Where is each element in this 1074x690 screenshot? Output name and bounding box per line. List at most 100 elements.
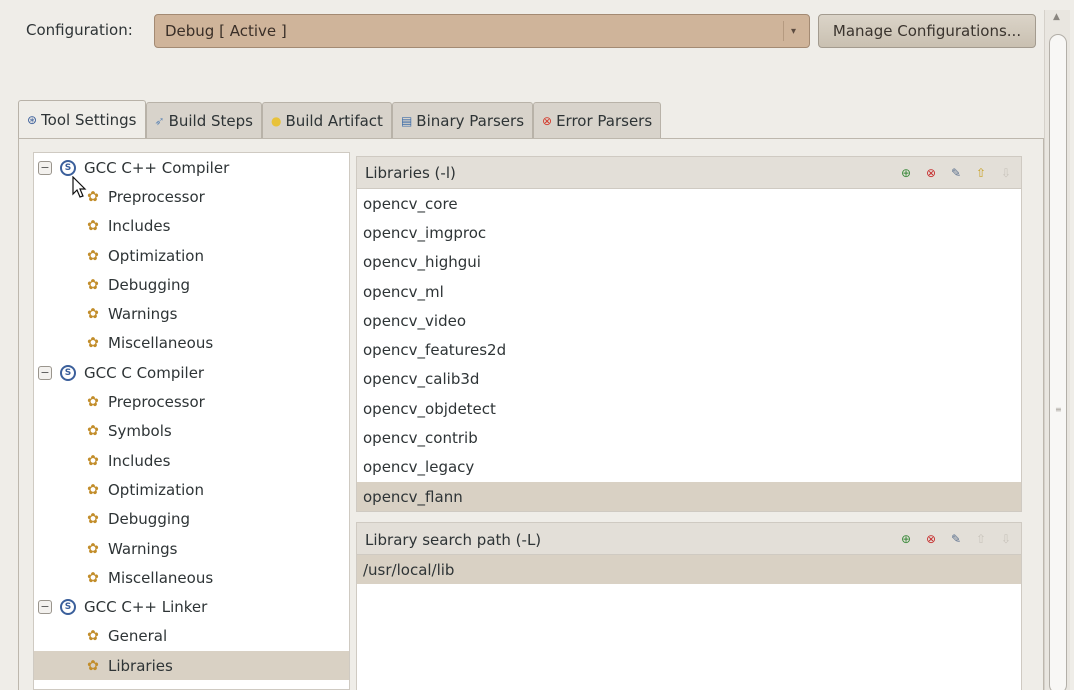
settings-page-icon: ✿ — [87, 218, 99, 235]
tool-icon: S — [60, 599, 76, 616]
tree-item-option[interactable]: ✿ Miscellaneous — [34, 329, 349, 358]
tree-item-option[interactable]: ✿ Warnings — [34, 299, 349, 328]
move-up-icon[interactable]: ⇧ — [972, 164, 990, 182]
edit-icon[interactable]: ✎ — [947, 164, 965, 182]
tree-item-tool[interactable]: − S GCC C++ Linker — [34, 592, 349, 621]
tool-icon: S — [60, 364, 76, 381]
scroll-up-arrow-icon[interactable]: ▲ — [1053, 12, 1060, 22]
tree-item-label: Warnings — [108, 539, 178, 558]
tab-build-steps[interactable]: ➶ Build Steps — [145, 102, 262, 138]
settings-page-icon: ✿ — [87, 569, 99, 586]
library-path-header: Library search path (-L) ⊕ ⊗ ✎ ⇧ ⇩ — [356, 522, 1022, 554]
tree-item-option[interactable]: ✿ Warnings — [34, 534, 349, 563]
build-artifact-icon: ● — [270, 113, 282, 128]
delete-icon[interactable]: ⊗ — [922, 530, 940, 548]
tree-item-label: GCC C++ Linker — [84, 598, 208, 617]
libraries-header: Libraries (-l) ⊕ ⊗ ✎ ⇧ ⇩ — [356, 156, 1022, 188]
library-item[interactable]: opencv_ml — [357, 277, 1021, 306]
settings-page-icon: ✿ — [87, 423, 99, 440]
settings-page-icon: ✿ — [87, 394, 99, 411]
tree-item-label: Debugging — [108, 510, 191, 529]
settings-page-icon: ✿ — [87, 247, 99, 264]
tab-label: Error Parsers — [556, 111, 653, 130]
tool-icon: S — [60, 159, 76, 176]
tree-item-label: Miscellaneous — [108, 334, 214, 353]
library-item[interactable]: opencv_calib3d — [357, 365, 1021, 394]
library-item[interactable]: opencv_contrib — [357, 423, 1021, 452]
delete-icon[interactable]: ⊗ — [922, 164, 940, 182]
build-steps-icon: ➶ — [154, 113, 165, 128]
window-scrollbar[interactable]: ▲ ≡ — [1044, 10, 1070, 690]
add-icon[interactable]: ⊕ — [897, 164, 915, 182]
tree-item-option[interactable]: ✿ Optimization — [34, 475, 349, 504]
tree-item-label: Symbols — [108, 422, 172, 441]
scrollbar-thumb[interactable]: ≡ — [1049, 34, 1067, 690]
manage-configurations-button[interactable]: Manage Configurations... — [818, 14, 1036, 48]
binary-parsers-icon: ▤ — [400, 113, 413, 128]
library-item[interactable]: opencv_imgproc — [357, 218, 1021, 247]
library-item[interactable]: opencv_features2d — [357, 335, 1021, 364]
tree-item-option[interactable]: ✿ Miscellaneous — [34, 563, 349, 592]
tree-item-option[interactable]: ✿ Includes — [34, 212, 349, 241]
configuration-dropdown-value: Debug [ Active ] — [165, 22, 287, 40]
tree-item-label: Preprocessor — [108, 393, 205, 412]
tree-item-label: GCC C++ Compiler — [84, 158, 230, 177]
settings-page-icon: ✿ — [87, 657, 99, 674]
collapse-icon[interactable]: − — [38, 160, 52, 175]
settings-page-icon: ✿ — [87, 276, 99, 293]
tree-item-label: Optimization — [108, 480, 204, 499]
tree-item-option[interactable]: ✿ Debugging — [34, 505, 349, 534]
library-item[interactable]: opencv_legacy — [357, 453, 1021, 482]
tree-item-label: Includes — [108, 217, 171, 236]
tree-item-option[interactable]: ✿ Libraries — [34, 651, 349, 681]
tree-item-label: General — [108, 627, 168, 646]
scrollbar-grip-icon: ≡ — [1055, 405, 1062, 414]
configuration-dropdown[interactable]: Debug [ Active ] ▾ — [154, 14, 810, 48]
tree-item-tool[interactable]: − S GCC C Compiler — [34, 358, 349, 387]
collapse-icon[interactable]: − — [38, 600, 52, 615]
tab-build-artifact[interactable]: ● Build Artifact — [261, 102, 392, 138]
edit-icon[interactable]: ✎ — [947, 530, 965, 548]
tab-label: Binary Parsers — [416, 111, 525, 130]
tree-item-option[interactable]: ✿ Optimization — [34, 241, 349, 270]
settings-page-icon: ✿ — [87, 306, 99, 323]
tree-item-option[interactable]: ✿ Preprocessor — [34, 387, 349, 416]
library-item[interactable]: opencv_objdetect — [357, 394, 1021, 423]
tab-binary-parsers[interactable]: ▤ Binary Parsers — [391, 102, 534, 138]
chevron-down-icon[interactable]: ▾ — [783, 21, 803, 41]
library-path-list[interactable]: /usr/local/lib — [356, 554, 1022, 690]
tree-item-label: Preprocessor — [108, 187, 205, 206]
move-down-icon[interactable]: ⇩ — [997, 164, 1015, 182]
settings-page-icon: ✿ — [87, 540, 99, 557]
library-item[interactable]: opencv_highgui — [357, 248, 1021, 277]
tool-settings-icon: ⊛ — [27, 112, 38, 127]
tree-item-option[interactable]: ✿ Includes — [34, 446, 349, 475]
add-icon[interactable]: ⊕ — [897, 530, 915, 548]
settings-page-icon: ✿ — [87, 628, 99, 645]
collapse-icon[interactable]: − — [38, 365, 52, 380]
library-item[interactable]: opencv_flann — [357, 481, 1021, 511]
libraries-toolbar: ⊕ ⊗ ✎ ⇧ ⇩ — [890, 164, 1015, 182]
tree-item-option[interactable]: ✿ General — [34, 622, 349, 651]
tree-item-option[interactable]: ✿ Debugging — [34, 270, 349, 299]
tree-item-label: Includes — [108, 451, 171, 470]
library-item[interactable]: opencv_video — [357, 306, 1021, 335]
libraries-list[interactable]: opencv_core opencv_imgproc opencv_highgui o… — [356, 188, 1022, 512]
tree-item-label: Miscellaneous — [108, 568, 214, 587]
move-up-icon[interactable]: ⇧ — [972, 530, 990, 548]
library-item[interactable]: opencv_core — [357, 189, 1021, 218]
error-parsers-icon: ⊗ — [542, 113, 553, 128]
library-path-title: Library search path (-L) — [365, 531, 542, 549]
tree-item-label: Warnings — [108, 305, 178, 324]
library-path-item[interactable]: /usr/local/lib — [357, 555, 1021, 585]
tree-item-label: GCC C Compiler — [84, 363, 205, 382]
tab-error-parsers[interactable]: ⊗ Error Parsers — [533, 102, 662, 138]
move-down-icon[interactable]: ⇩ — [997, 530, 1015, 548]
tree-item-option[interactable]: ✿ Symbols — [34, 417, 349, 446]
settings-page-icon: ✿ — [87, 335, 99, 352]
tab-tool-settings[interactable]: ⊛ Tool Settings — [18, 100, 146, 138]
tab-label: Build Steps — [168, 111, 253, 130]
tool-settings-tree[interactable]: − S GCC C++ Compiler ✿ Preprocessor ✿ Includes… — [33, 152, 350, 690]
tab-label: Build Artifact — [285, 111, 383, 130]
tab-label: Tool Settings — [41, 110, 137, 129]
